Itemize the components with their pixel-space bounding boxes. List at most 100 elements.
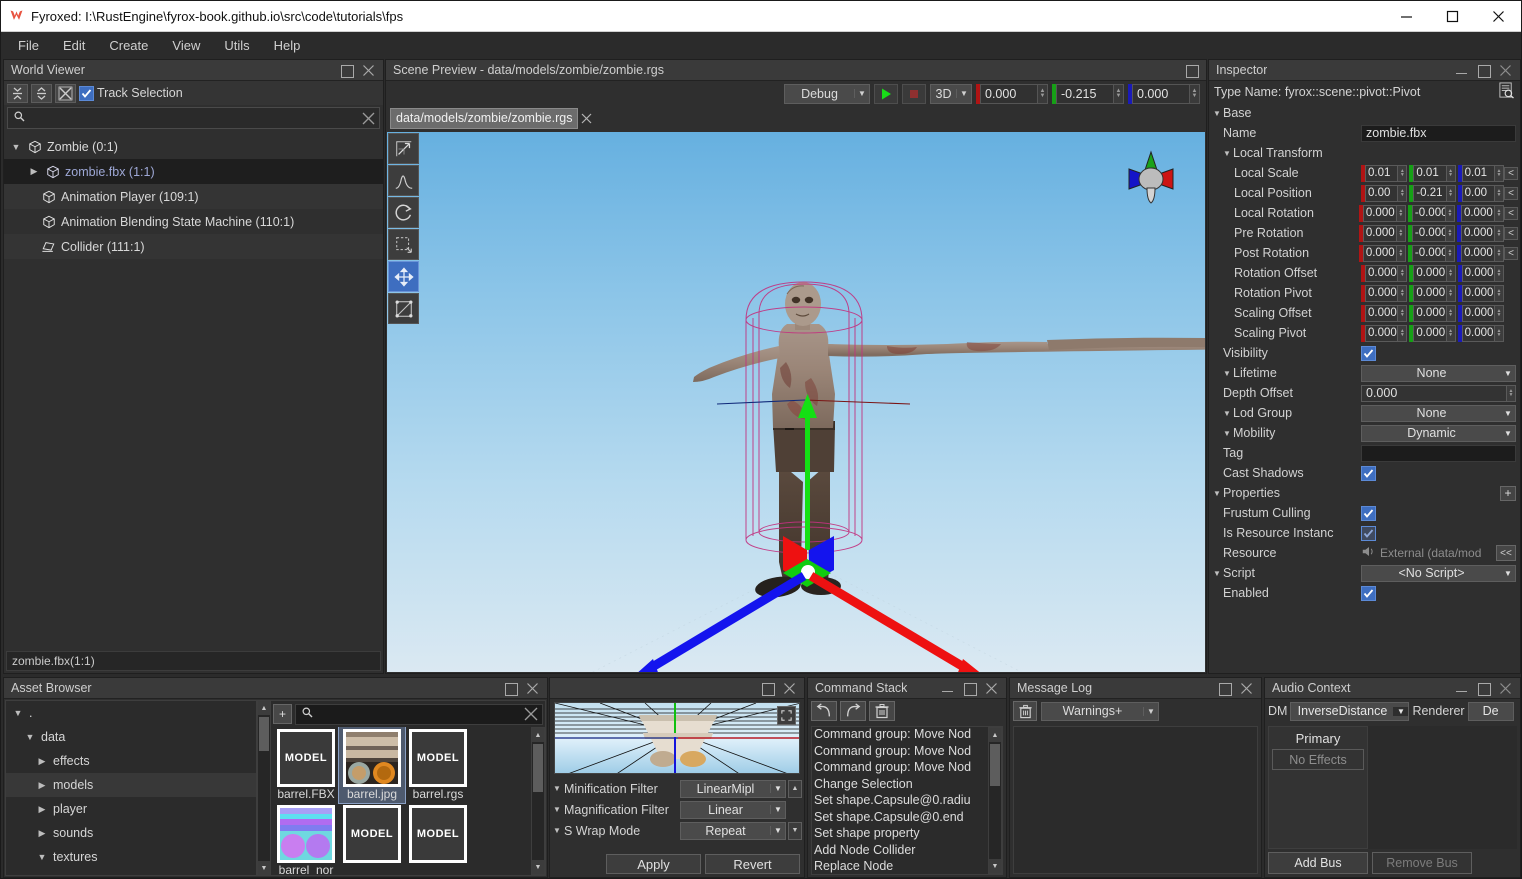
spinner-icon[interactable]: ▲ ▼ xyxy=(1494,304,1504,322)
chevron-down-icon[interactable]: ▼ xyxy=(1223,149,1233,158)
tree-node-animation-blending-state-machine[interactable]: Animation Blending State Machine (110:1) xyxy=(4,209,383,234)
revert-button[interactable]: Revert xyxy=(705,854,800,874)
rotation-offset-vector3[interactable]: 0.000 ▲ ▼ 0.000 ▲ ▼ 0.000 ▲ ▼ xyxy=(1361,264,1504,282)
asset-tree-sounds[interactable]: ▶ sounds xyxy=(6,821,256,845)
navmesh-tool-icon[interactable] xyxy=(388,293,419,324)
tree-node-zombie-fbx[interactable]: ▶ zombie.fbx (1:1) xyxy=(4,159,383,184)
minification-filter-dropdown[interactable]: LinearMipl ▼ xyxy=(680,779,786,798)
terrain-tool-icon[interactable] xyxy=(388,165,419,196)
scroll-down-icon[interactable]: ▼ xyxy=(258,861,270,875)
spinner-icon[interactable]: ▲ ▼ xyxy=(1446,304,1456,322)
spinner-icon[interactable]: ▲ ▼ xyxy=(1398,324,1408,342)
revert-local-scale-button[interactable]: < xyxy=(1504,166,1518,180)
distance-model-dropdown[interactable]: InverseDistance ▼ xyxy=(1290,701,1410,721)
spinner-icon[interactable]: ▲ ▼ xyxy=(1445,204,1455,222)
add-asset-button[interactable]: + xyxy=(273,704,292,724)
minimize-icon[interactable] xyxy=(1455,682,1468,695)
renderer-dropdown[interactable]: De xyxy=(1467,701,1514,721)
chevron-down-icon[interactable]: ▼ xyxy=(1393,706,1409,716)
close-icon[interactable] xyxy=(985,682,998,695)
chevron-down-icon[interactable]: ▼ xyxy=(1501,569,1515,578)
revert-post-rotation-button[interactable]: < xyxy=(1504,246,1518,260)
revert-local-rotation-button[interactable]: < xyxy=(1504,206,1518,220)
command-item[interactable]: Set shape.Capsule@0.end xyxy=(812,810,988,827)
chevron-right-icon[interactable]: ▶ xyxy=(36,828,48,839)
track-selection-checkbox[interactable] xyxy=(79,85,94,101)
chevron-down-icon[interactable]: ▼ xyxy=(1501,429,1515,438)
spinner-icon[interactable]: ▲ ▼ xyxy=(1446,264,1456,282)
enabled-checkbox[interactable] xyxy=(1361,585,1376,601)
texture-preview-viewport[interactable] xyxy=(554,702,800,774)
maximize-icon[interactable] xyxy=(1429,1,1475,31)
menu-view[interactable]: View xyxy=(161,35,211,56)
redo-icon[interactable] xyxy=(840,701,866,721)
trash-icon[interactable] xyxy=(1013,701,1037,721)
spinner-icon[interactable]: ▲ ▼ xyxy=(1445,224,1455,242)
spinner-icon[interactable]: ▲ ▼ xyxy=(1495,244,1505,262)
asset-item[interactable]: MODEL xyxy=(405,803,471,875)
script-dropdown[interactable]: <No Script> ▼ xyxy=(1361,564,1516,582)
spinner-icon[interactable]: ▲ ▼ xyxy=(1190,83,1200,104)
rotation-pivot-y[interactable]: 0.000 ▲ ▼ xyxy=(1409,284,1456,302)
spinner-icon[interactable]: ▲ ▼ xyxy=(1038,83,1048,104)
maximize-icon[interactable] xyxy=(1477,64,1491,78)
lod-group-dropdown[interactable]: None ▼ xyxy=(1361,404,1516,422)
spinner-icon[interactable]: ▲ ▼ xyxy=(1446,164,1456,182)
spinner-icon[interactable]: ▲ ▼ xyxy=(1494,164,1504,182)
chevron-down-icon[interactable]: ▼ xyxy=(552,826,562,835)
collapse-all-icon[interactable] xyxy=(7,83,28,103)
trash-icon[interactable] xyxy=(869,701,895,721)
spinner-icon[interactable]: ▲ ▼ xyxy=(1507,384,1516,402)
scaling-offset-x[interactable]: 0.000 ▲ ▼ xyxy=(1361,304,1408,322)
post-rotation-vector3[interactable]: 0.000 ▲ ▼ -0.000 ▲ ▼ 0.000 ▲ ▼ xyxy=(1358,244,1505,262)
chevron-down-icon[interactable]: ▼ xyxy=(770,784,785,793)
close-icon[interactable] xyxy=(1240,682,1253,695)
apply-button[interactable]: Apply xyxy=(606,854,701,874)
asset-tree-root[interactable]: ▼ . xyxy=(6,701,256,725)
select-tool-icon[interactable] xyxy=(388,133,419,164)
asset-item[interactable]: MODEL barrel.rgs xyxy=(405,727,471,803)
local-rotation-x[interactable]: 0.000 ▲ ▼ xyxy=(1358,204,1406,222)
maximize-icon[interactable] xyxy=(340,64,354,78)
local-scale-vector3[interactable]: 0.01 ▲ ▼ 0.01 ▲ ▼ 0.01 ▲ ▼ xyxy=(1361,164,1504,182)
asset-item[interactable]: barrel_nor xyxy=(273,803,339,875)
tree-node-animation-player[interactable]: Animation Player (109:1) xyxy=(4,184,383,209)
scroll-down-icon[interactable]: ▼ xyxy=(989,859,1001,873)
chevron-down-icon[interactable]: ▼ xyxy=(770,805,785,814)
scaling-pivot-vector3[interactable]: 0.000 ▲ ▼ 0.000 ▲ ▼ 0.000 ▲ ▼ xyxy=(1361,324,1504,342)
chevron-down-icon[interactable]: ▼ xyxy=(1213,569,1223,578)
scale-tool-icon[interactable] xyxy=(388,229,419,260)
command-item[interactable]: Replace Node xyxy=(812,859,988,874)
document-search-icon[interactable] xyxy=(1498,82,1515,102)
clear-search-icon[interactable] xyxy=(522,705,540,723)
close-icon[interactable] xyxy=(1475,1,1521,31)
chevron-down-icon[interactable]: ▼ xyxy=(1143,706,1158,716)
maximize-icon[interactable] xyxy=(963,682,977,696)
frustum-culling-checkbox[interactable] xyxy=(1361,505,1376,521)
scene-tab[interactable]: data/models/zombie/zombie.rgs xyxy=(390,107,579,129)
chevron-right-icon[interactable]: ▶ xyxy=(36,756,48,767)
play-icon[interactable] xyxy=(874,83,898,104)
command-item[interactable]: Add Node Collider xyxy=(812,843,988,860)
chevron-down-icon[interactable]: ▼ xyxy=(854,89,869,98)
command-item[interactable]: Set shape property xyxy=(812,826,988,843)
maximize-icon[interactable] xyxy=(1477,682,1491,696)
resource-value-field[interactable]: External (data/mod << xyxy=(1361,545,1516,562)
asset-tree-scrollbar[interactable]: ▲ ▼ xyxy=(257,700,271,876)
close-icon[interactable] xyxy=(526,682,539,695)
close-icon[interactable] xyxy=(578,108,594,129)
magnification-filter-dropdown[interactable]: Linear ▼ xyxy=(680,800,786,819)
scroll-up-icon[interactable]: ▲ xyxy=(989,728,1001,742)
post-rotation-z[interactable]: 0.000 ▲ ▼ xyxy=(1456,244,1505,262)
command-stack-scrollbar[interactable]: ▲ ▼ xyxy=(988,727,1002,874)
spinner-icon[interactable]: ▲ ▼ xyxy=(1398,164,1408,182)
local-position-vector3[interactable]: 0.00 ▲ ▼ -0.21 ▲ ▼ 0.00 ▲ ▼ xyxy=(1361,184,1504,202)
chevron-down-icon[interactable]: ▼ xyxy=(1223,409,1233,418)
menu-edit[interactable]: Edit xyxy=(52,35,96,56)
rotation-offset-z[interactable]: 0.000 ▲ ▼ xyxy=(1457,264,1504,282)
chevron-down-icon[interactable]: ▼ xyxy=(1501,409,1515,418)
inspector-section-script[interactable]: ▼ Script <No Script> ▼ xyxy=(1209,563,1520,583)
locate-selection-icon[interactable] xyxy=(55,83,76,103)
fit-view-icon[interactable] xyxy=(777,706,796,725)
spinner-icon[interactable]: ▲ ▼ xyxy=(1398,304,1408,322)
